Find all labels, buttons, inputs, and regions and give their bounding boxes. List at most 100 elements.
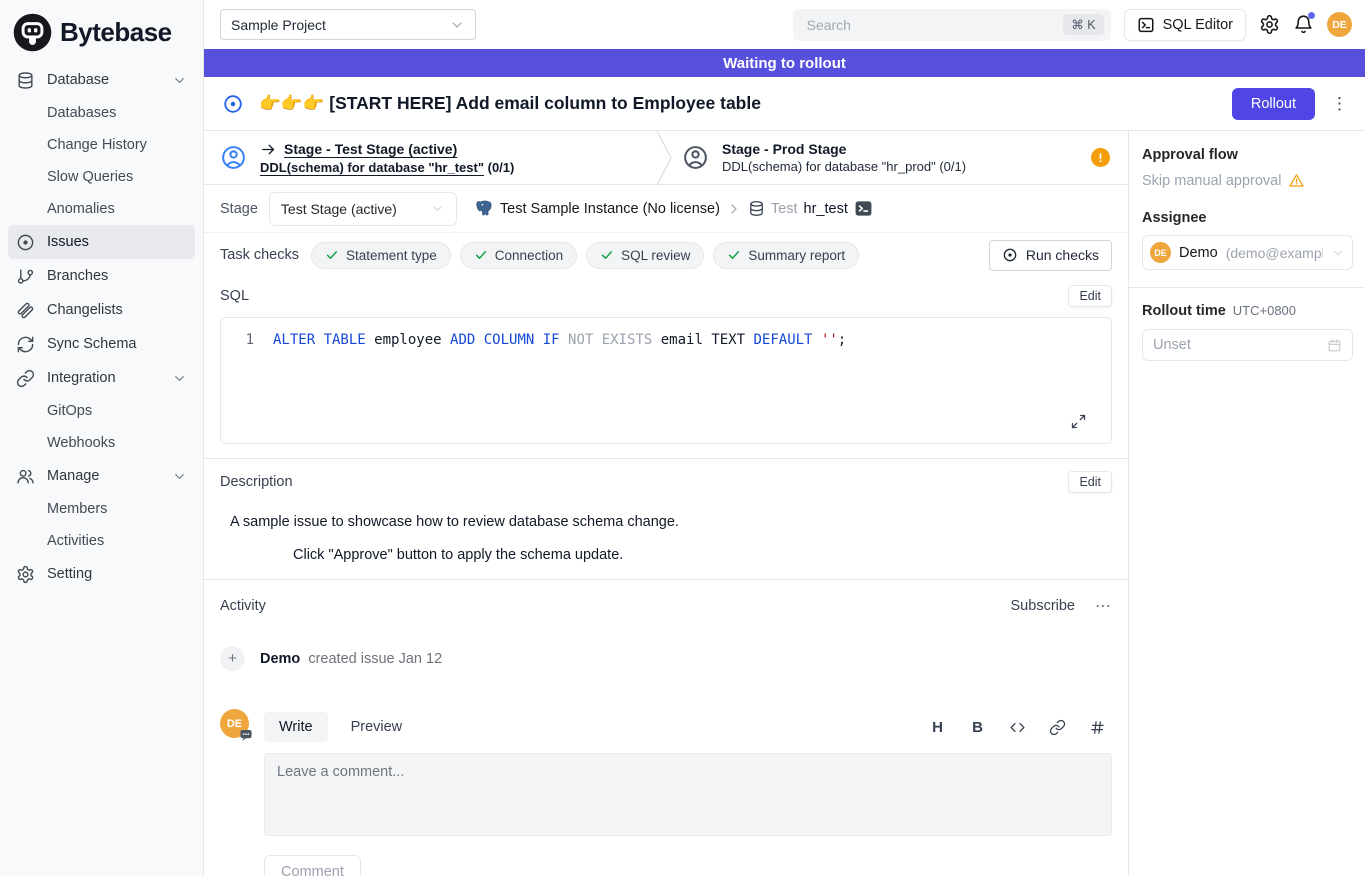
sidebar-item-anomalies[interactable]: Anomalies <box>8 193 195 225</box>
run-checks-button[interactable]: Run checks <box>989 240 1112 271</box>
status-banner: Waiting to rollout <box>204 49 1365 77</box>
comment-toolbar: HB <box>929 719 1112 736</box>
sidebar-item-webhooks[interactable]: Webhooks <box>8 427 195 459</box>
sidebar-nav: Database DatabasesChange HistorySlow Quer… <box>8 63 195 591</box>
notification-dot <box>1308 12 1315 19</box>
tab-preview[interactable]: Preview <box>336 712 418 742</box>
sidebar-item-label: Issues <box>47 234 187 250</box>
sql-editor-button[interactable]: SQL Editor <box>1124 9 1246 41</box>
task-checks-label: Task checks <box>220 247 299 263</box>
circle-dot-icon <box>1002 247 1018 263</box>
calendar-icon <box>1327 338 1342 353</box>
check-icon <box>474 248 488 262</box>
instance-link[interactable]: Test Sample Instance (No license) <box>500 201 720 217</box>
gear-icon[interactable] <box>1259 14 1280 35</box>
line-number: 1 <box>221 330 273 350</box>
rollout-time-title: Rollout time UTC+0800 <box>1142 303 1353 319</box>
sidebar-item-label: GitOps <box>47 403 187 419</box>
comment-tabs: Write Preview HB <box>264 709 1112 745</box>
assignee-avatar: DE <box>1150 242 1171 263</box>
heading-icon[interactable]: H <box>929 719 946 736</box>
sidebar-item-members[interactable]: Members <box>8 493 195 525</box>
activity-label: Activity <box>220 598 266 614</box>
sidebar-item-setting[interactable]: Setting <box>8 557 195 591</box>
stage-name[interactable]: Stage - Test Stage (active) <box>284 141 457 157</box>
hash-icon[interactable] <box>1089 719 1106 736</box>
assignee-select[interactable]: DE Demo (demo@example <box>1142 235 1353 270</box>
stage-pipeline: Stage - Test Stage (active) DDL(schema) … <box>204 131 1128 185</box>
sidebar-item-slow-queries[interactable]: Slow Queries <box>8 161 195 193</box>
sidebar-item-sync-schema[interactable]: Sync Schema <box>8 327 195 361</box>
stage-card-test[interactable]: Stage - Test Stage (active) DDL(schema) … <box>204 131 656 184</box>
environment-label: Test <box>771 201 798 217</box>
issue-title-text: [START HERE] Add email column to Employe… <box>329 93 761 113</box>
user-avatar[interactable]: DE <box>1327 12 1352 37</box>
open-sql-editor-icon[interactable] <box>854 199 873 218</box>
activity-section: Activity Subscribe ⋯ + Demo created issu… <box>204 579 1128 876</box>
search-input[interactable] <box>805 16 1064 34</box>
sidebar-item-label: Database <box>47 72 172 88</box>
sidebar-item-databases[interactable]: Databases <box>8 97 195 129</box>
description-paragraph: Click "Approve" button to apply the sche… <box>293 547 1112 563</box>
sidebar-item-label: Branches <box>47 268 187 284</box>
stage-task-count: (0/1) <box>488 160 515 175</box>
activity-actor: Demo <box>260 651 300 667</box>
database-link[interactable]: hr_test <box>804 201 848 217</box>
sidebar-item-integration[interactable]: Integration <box>8 361 195 395</box>
rollout-button[interactable]: Rollout <box>1232 88 1315 120</box>
comment-submit-button[interactable]: Comment <box>264 855 361 876</box>
sidebar-item-activities[interactable]: Activities <box>8 525 195 557</box>
assignee-title: Assignee <box>1142 210 1353 226</box>
database-icon <box>748 200 765 217</box>
task-check-sql-review[interactable]: SQL review <box>586 242 704 269</box>
sidebar-item-branches[interactable]: Branches <box>8 259 195 293</box>
rollout-time-input[interactable]: Unset <box>1142 329 1353 361</box>
activity-menu-icon[interactable]: ⋯ <box>1095 596 1112 616</box>
arrow-right-icon <box>260 141 277 158</box>
stage-task[interactable]: DDL(schema) for database "hr_test" <box>260 160 484 175</box>
bytebase-logo[interactable]: Bytebase <box>8 8 195 63</box>
expand-icon[interactable] <box>1070 413 1087 430</box>
approval-flow-value: Skip manual approval <box>1142 172 1353 189</box>
speech-bubble-icon <box>239 728 253 742</box>
database-breadcrumb: Test Sample Instance (No license) Test h… <box>475 199 873 218</box>
postgres-icon <box>475 199 494 218</box>
right-panel: Approval flow Skip manual approval Assig… <box>1128 131 1365 876</box>
top-bar: Sample Project ⌘ K SQL Editor DE <box>204 0 1365 49</box>
sidebar-item-issues[interactable]: Issues <box>8 225 195 259</box>
approval-flow-title: Approval flow <box>1142 147 1353 163</box>
code-icon[interactable] <box>1009 719 1026 736</box>
sidebar-item-manage[interactable]: Manage <box>8 459 195 493</box>
task-check-statement-type[interactable]: Statement type <box>311 242 451 269</box>
kebab-menu-icon[interactable]: ⋮ <box>1331 94 1349 114</box>
tab-write[interactable]: Write <box>264 712 328 742</box>
chevron-down-icon <box>172 73 187 88</box>
stage-select[interactable]: Test Stage (active) <box>269 192 457 226</box>
sidebar-item-label: Anomalies <box>47 201 187 217</box>
stage-select-value: Test Stage (active) <box>281 201 397 217</box>
sidebar-item-changelists[interactable]: Changelists <box>8 293 195 327</box>
bell-icon[interactable] <box>1293 14 1314 35</box>
warning-badge: ! <box>1091 148 1110 167</box>
issue-status-icon <box>222 93 244 115</box>
comment-input[interactable] <box>264 753 1112 836</box>
check-icon <box>325 248 339 262</box>
sidebar-item-database[interactable]: Database <box>8 63 195 97</box>
comment-avatar: DE <box>220 709 249 738</box>
task-check-summary-report[interactable]: Summary report <box>713 242 859 269</box>
stage-select-row: Stage Test Stage (active) Test Sample In… <box>204 185 1128 233</box>
sidebar-item-change-history[interactable]: Change History <box>8 129 195 161</box>
sidebar-item-label: Integration <box>47 370 172 386</box>
stage-card-prod[interactable]: Stage - Prod Stage DDL(schema) for datab… <box>672 131 1128 184</box>
search-box[interactable]: ⌘ K <box>793 9 1111 41</box>
description-edit-button[interactable]: Edit <box>1068 471 1112 493</box>
bold-icon[interactable]: B <box>969 719 986 736</box>
bytebase-logo-icon <box>12 12 53 53</box>
sql-edit-button[interactable]: Edit <box>1068 285 1112 307</box>
sql-editor[interactable]: 1 ALTER TABLE employee ADD COLUMN IF NOT… <box>220 317 1112 444</box>
subscribe-button[interactable]: Subscribe <box>1011 598 1075 614</box>
task-check-connection[interactable]: Connection <box>460 242 577 269</box>
link-icon[interactable] <box>1049 719 1066 736</box>
project-select[interactable]: Sample Project <box>220 9 476 40</box>
sidebar-item-gitops[interactable]: GitOps <box>8 395 195 427</box>
